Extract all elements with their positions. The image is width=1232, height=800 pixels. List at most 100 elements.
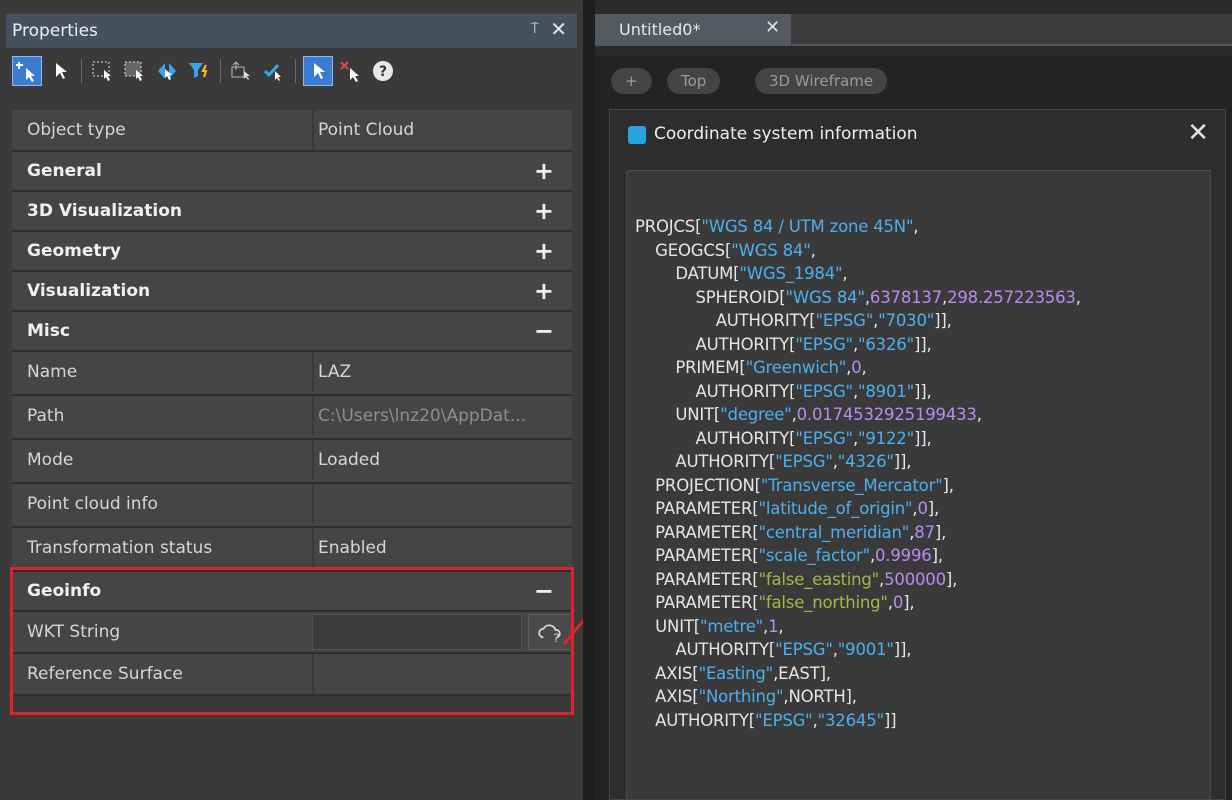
- clear-selection-icon[interactable]: [337, 57, 365, 85]
- section-label: Geometry: [27, 241, 121, 261]
- section-3d-visualization[interactable]: 3D Visualization +: [12, 192, 572, 232]
- wkt-token: "WGS 84 / UTM zone 45N": [701, 217, 914, 236]
- wkt-token: 6378137: [869, 287, 943, 307]
- properties-panel: Properties ⍑ ✕ ? Object type Point Cloud…: [0, 0, 583, 800]
- wkt-token: 0: [892, 593, 904, 612]
- property-key: Object type: [27, 120, 126, 140]
- wkt-token: "Transverse_Mercator": [760, 475, 943, 495]
- wkt-token: 0.0174532925199433: [796, 405, 977, 424]
- select-similar-icon[interactable]: [153, 57, 181, 85]
- close-icon[interactable]: ✕: [550, 17, 567, 41]
- wkt-token: "scale_factor": [758, 546, 871, 565]
- dialog-header[interactable]: Coordinate system information ✕: [610, 110, 1225, 162]
- wkt-line: AUTHORITY["EPSG","7030"]],: [635, 311, 952, 330]
- wkt-token: "central_meridian": [758, 522, 910, 542]
- collapse-icon[interactable]: −: [534, 578, 554, 604]
- wkt-token: "EPSG": [795, 334, 853, 354]
- property-row-path[interactable]: Path C:\Users\lnz20\AppDat...: [12, 396, 572, 440]
- svg-text:?: ?: [553, 631, 559, 645]
- tab-label: Untitled0*: [619, 19, 701, 39]
- property-value: C:\Users\lnz20\AppDat...: [312, 396, 572, 436]
- close-icon[interactable]: ✕: [1187, 118, 1209, 148]
- section-visualization[interactable]: Visualization +: [12, 272, 572, 312]
- wkt-token: "EPSG": [795, 428, 853, 448]
- svg-text:?: ?: [379, 64, 387, 80]
- add-selection-icon[interactable]: [12, 56, 42, 86]
- wkt-token: 500000: [884, 569, 946, 589]
- property-row-mode[interactable]: Mode Loaded: [12, 440, 572, 484]
- property-value[interactable]: LAZ: [312, 352, 572, 392]
- help-icon[interactable]: ?: [369, 57, 397, 85]
- app-logo-icon: [628, 126, 646, 144]
- property-row[interactable]: Object type Point Cloud: [12, 110, 572, 152]
- close-icon[interactable]: ✕: [765, 17, 780, 38]
- pin-icon[interactable]: ⍑: [531, 21, 539, 37]
- wkt-line: PARAMETER["scale_factor",0.9996],: [635, 546, 943, 565]
- property-row-reference-surface[interactable]: Reference Surface: [12, 654, 572, 696]
- coordinate-system-dialog: Coordinate system information ✕ PROJCS["…: [609, 109, 1226, 800]
- wkt-line: UNIT["metre",1,: [635, 616, 784, 636]
- quick-filter-icon[interactable]: [185, 57, 213, 85]
- property-key: Path: [27, 406, 65, 426]
- wkt-token: 87: [914, 522, 935, 542]
- wkt-token: "7030": [878, 311, 935, 330]
- property-row-point-cloud-info[interactable]: Point cloud info: [12, 484, 572, 528]
- property-row-name[interactable]: Name LAZ: [12, 352, 572, 396]
- wkt-string-field[interactable]: [312, 614, 522, 650]
- dialog-title: Coordinate system information: [654, 124, 918, 144]
- wkt-text-area[interactable]: PROJCS["WGS 84 / UTM zone 45N", GEOGCS["…: [626, 170, 1211, 800]
- wkt-token: "WGS_1984": [739, 264, 843, 283]
- wkt-token: 298.257223563: [947, 287, 1076, 307]
- toggle-pickadd-icon[interactable]: [303, 56, 333, 86]
- expand-icon[interactable]: +: [534, 158, 554, 184]
- panel-title: Properties: [12, 21, 98, 41]
- property-key: WKT String: [27, 622, 121, 642]
- property-value[interactable]: Loaded: [312, 440, 572, 480]
- expand-icon[interactable]: +: [534, 238, 554, 264]
- wkt-token: 1: [768, 616, 779, 636]
- wkt-text: PROJCS["WGS 84 / UTM zone 45N", GEOGCS["…: [635, 215, 1081, 732]
- crossing-select-icon[interactable]: [121, 57, 149, 85]
- property-row-transformation-status[interactable]: Transformation status Enabled: [12, 528, 572, 572]
- collapse-icon[interactable]: −: [534, 318, 554, 344]
- expand-icon[interactable]: +: [534, 278, 554, 304]
- property-value[interactable]: [312, 484, 572, 524]
- property-key: Reference Surface: [27, 664, 183, 684]
- wkt-token: "false_easting": [758, 569, 880, 589]
- wkt-token: "EPSG": [775, 452, 833, 471]
- section-geoinfo[interactable]: Geoinfo −: [12, 572, 572, 612]
- view-direction-button[interactable]: Top: [667, 68, 721, 94]
- section-geometry[interactable]: Geometry +: [12, 232, 572, 272]
- wkt-token: "9001": [837, 640, 894, 659]
- selection-toolbar: ?: [12, 52, 572, 90]
- wkt-token: "EPSG": [815, 311, 874, 330]
- wkt-token: "WGS 84": [785, 287, 865, 307]
- property-row-wkt-string[interactable]: WKT String ?: [12, 612, 572, 654]
- wkt-token: "metre": [699, 616, 764, 636]
- property-value[interactable]: [312, 654, 572, 694]
- wkt-line: PROJECTION["Transverse_Mercator"],: [635, 475, 954, 495]
- window-select-icon[interactable]: [89, 57, 117, 85]
- section-label: Misc: [27, 321, 70, 341]
- wkt-line: SPHEROID["WGS 84",6378137,298.257223563,: [635, 287, 1081, 307]
- expand-icon[interactable]: +: [534, 198, 554, 224]
- section-general[interactable]: General +: [12, 152, 572, 192]
- viewport-menu-button[interactable]: +: [611, 68, 652, 94]
- select-arrow-icon[interactable]: [46, 57, 74, 85]
- toolbar-separator: [295, 59, 296, 83]
- wkt-token: "Greenwich": [745, 358, 847, 377]
- wkt-token: "EPSG": [775, 640, 833, 659]
- pane-divider[interactable]: [583, 0, 595, 800]
- properties-title-bar[interactable]: Properties ⍑ ✕: [6, 14, 577, 48]
- cloud-help-icon[interactable]: ?: [528, 614, 572, 650]
- visual-style-button[interactable]: 3D Wireframe: [755, 68, 888, 94]
- section-label: Geoinfo: [27, 581, 102, 601]
- property-value[interactable]: Enabled: [312, 528, 572, 568]
- select-by-layer-icon[interactable]: [228, 57, 256, 85]
- wkt-line: GEOGCS["WGS 84",: [635, 240, 816, 260]
- wkt-line: UNIT["degree",0.0174532925199433,: [635, 405, 982, 424]
- document-tab[interactable]: Untitled0* ✕: [595, 14, 791, 44]
- section-misc[interactable]: Misc −: [12, 312, 572, 352]
- wkt-line: AUTHORITY["EPSG","32645"]]: [635, 710, 897, 730]
- deselect-icon[interactable]: [260, 57, 288, 85]
